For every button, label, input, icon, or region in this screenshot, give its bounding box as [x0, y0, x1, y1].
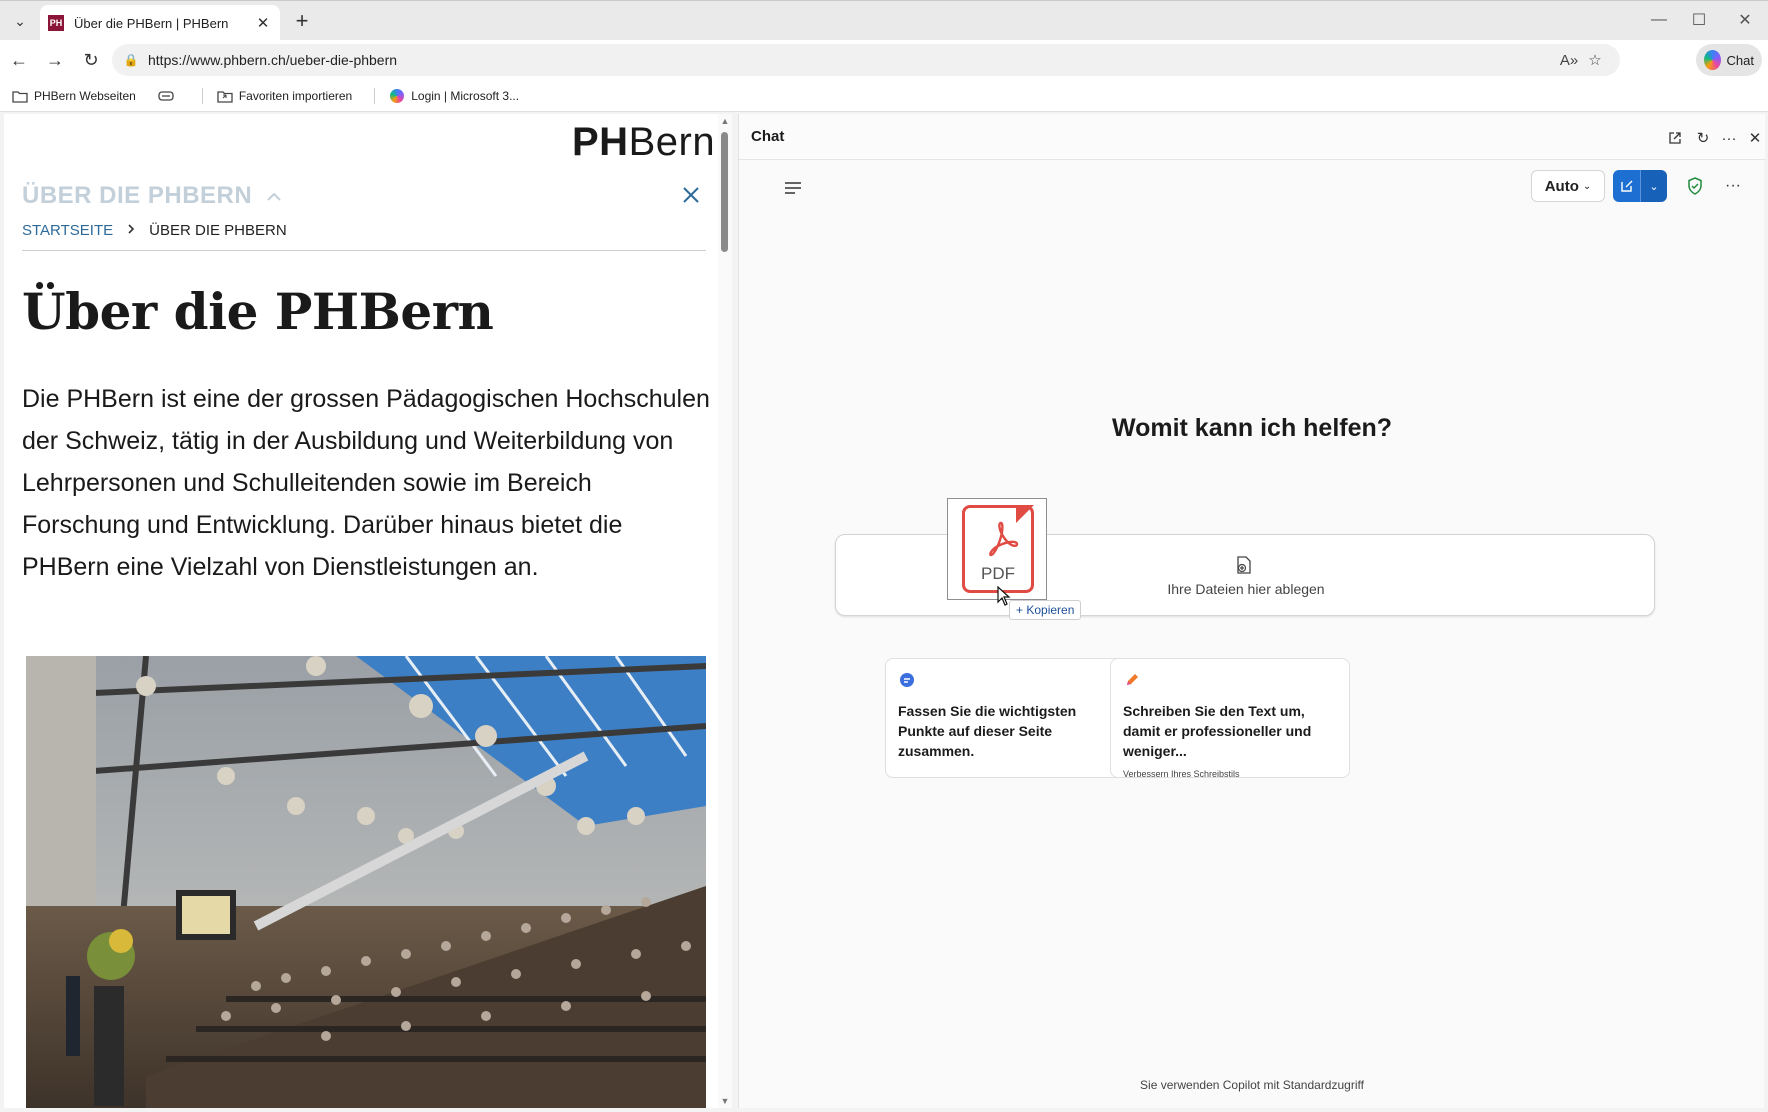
mode-dropdown[interactable]: Auto ⌄: [1531, 170, 1605, 202]
window-close-icon[interactable]: ✕: [1722, 5, 1768, 35]
copilot-footer-note: Sie verwenden Copilot mit Standardzugrif…: [1140, 1078, 1364, 1092]
copilot-header: Chat ↻ ··· ✕: [739, 114, 1765, 160]
tab-active[interactable]: PH Über die PHBern | PHBern ✕: [40, 5, 280, 41]
section-nav-toggle[interactable]: ÜBER DIE PHBERN: [22, 182, 282, 210]
more-options-icon[interactable]: ···: [1717, 126, 1741, 150]
tab-close-icon[interactable]: ✕: [254, 14, 272, 32]
address-bar[interactable]: 🔒 https://www.phbern.ch/ueber-die-phbern…: [112, 44, 1620, 76]
favorite-phbern-webseiten[interactable]: PHBern Webseiten: [12, 89, 136, 103]
favorites-divider: [201, 87, 203, 104]
tab-strip: ⌄ PH Über die PHBern | PHBern ✕ + — ☐ ✕: [0, 0, 1768, 41]
chat-bubble-icon: [898, 671, 916, 689]
lecture-hall-image: [26, 656, 706, 1108]
chevron-right-icon: [127, 223, 135, 238]
logo-bold: PH: [572, 120, 629, 164]
page-title: Über die PHBern: [22, 282, 494, 341]
breadcrumb: STARTSEITE ÜBER DIE PHBERN: [22, 222, 287, 239]
import-icon: [217, 89, 233, 103]
pdf-file-icon: PDF: [962, 505, 1034, 593]
close-sidebar-icon[interactable]: ✕: [1743, 126, 1767, 150]
phbern-logo[interactable]: PHBern: [572, 120, 715, 165]
copilot-sidebar: Chat ↻ ··· ✕ Auto ⌄ ⌄ ··· Womit kann ich …: [738, 114, 1765, 1108]
chat-button-label: Chat: [1726, 52, 1754, 68]
copilot-title: Chat: [751, 128, 785, 145]
prompt-card-rewrite[interactable]: Schreiben Sie den Text um, damit er prof…: [1110, 658, 1350, 779]
new-chat-dropdown-icon[interactable]: ⌄: [1640, 170, 1667, 202]
copilot-logo-icon: [1704, 50, 1721, 70]
open-in-new-window-icon[interactable]: [1663, 126, 1687, 150]
back-arrow-icon[interactable]: ←: [4, 46, 34, 74]
read-aloud-icon[interactable]: A»: [1556, 47, 1582, 73]
prompt-card-text: Fassen Sie die wichtigsten Punkte auf di…: [898, 703, 1077, 759]
tab-favicon: PH: [48, 15, 64, 31]
scroll-up-arrow-icon[interactable]: ▲: [720, 116, 730, 126]
favorite-star-icon[interactable]: ☆: [1582, 47, 1608, 73]
lock-icon[interactable]: 🔒: [124, 53, 139, 67]
chevron-down-icon: ⌄: [1582, 180, 1592, 192]
chevron-up-icon: [266, 186, 282, 207]
pdf-label: PDF: [981, 564, 1015, 583]
page-scrollbar[interactable]: ▲ ▼: [718, 114, 732, 1108]
maximize-icon[interactable]: ☐: [1676, 5, 1722, 35]
new-tab-plus-icon[interactable]: +: [288, 7, 316, 35]
acrobat-icon: [981, 518, 1021, 558]
favorites-bar: PHBern Webseiten Favoriten importieren L…: [0, 80, 1768, 112]
breadcrumb-current: ÜBER DIE PHBERN: [149, 222, 287, 239]
new-chat-icon[interactable]: [1613, 170, 1640, 202]
forward-arrow-icon[interactable]: →: [40, 46, 70, 74]
favorite-import[interactable]: Favoriten importieren: [217, 89, 352, 103]
scrollbar-thumb[interactable]: [721, 132, 728, 252]
new-chat-split-button: ⌄: [1613, 170, 1667, 202]
favorite-label: PHBern Webseiten: [34, 88, 136, 103]
refresh-icon[interactable]: ↻: [1691, 126, 1715, 150]
prompt-card-subtext: Verbessern Ihres Schreibstils: [1123, 769, 1240, 779]
logo-rest: Bern: [628, 120, 716, 164]
add-file-icon: [1234, 555, 1254, 575]
prompt-card-summarize[interactable]: Fassen Sie die wichtigsten Punkte auf di…: [885, 658, 1125, 778]
close-icon[interactable]: [676, 180, 706, 210]
tab-group-icon: [158, 89, 174, 103]
prompt-card-text: Schreiben Sie den Text um, damit er prof…: [1123, 703, 1312, 759]
microsoft-icon: [389, 88, 405, 103]
divider: [22, 250, 706, 251]
favorite-label: Login | Microsoft 3...: [411, 88, 520, 103]
greeting-heading: Womit kann ich helfen?: [1111, 414, 1393, 442]
hamburger-menu-icon[interactable]: [777, 172, 809, 204]
copilot-chat-button[interactable]: Chat: [1696, 44, 1762, 76]
section-title: ÜBER DIE PHBERN: [22, 182, 253, 209]
favorite-label: Favoriten importieren: [238, 88, 353, 103]
scroll-down-arrow-icon[interactable]: ▼: [720, 1096, 730, 1106]
mode-value: Auto: [1544, 177, 1579, 195]
lead-paragraph: Die PHBern ist eine der grossen Pädagogi…: [22, 385, 710, 581]
copy-tooltip: + Kopieren: [1009, 600, 1082, 620]
tab-actions-chevron-icon[interactable]: ⌄: [6, 7, 34, 35]
reload-icon[interactable]: ↻: [76, 46, 106, 74]
web-page: PHBern ÜBER DIE PHBERN STARTSEITE ÜBER D…: [4, 114, 726, 1108]
breadcrumb-home-link[interactable]: STARTSEITE: [22, 222, 113, 239]
tab-title: Über die PHBern | PHBern: [74, 15, 229, 31]
folder-icon: [12, 89, 28, 103]
url-text[interactable]: https://www.phbern.ch/ueber-die-phbern: [148, 52, 1556, 68]
favorites-divider: [374, 87, 376, 104]
browser-toolbar: ← → ↻ 🔒 https://www.phbern.ch/ueber-die-…: [0, 40, 1768, 80]
more-options-icon[interactable]: ···: [1721, 174, 1745, 198]
pencil-icon: [1123, 671, 1141, 689]
favorite-tab-group[interactable]: [158, 89, 180, 103]
shield-check-icon[interactable]: [1683, 174, 1707, 198]
favorite-login-microsoft[interactable]: Login | Microsoft 3...: [389, 88, 520, 103]
dragged-pdf-file[interactable]: PDF: [947, 498, 1047, 600]
